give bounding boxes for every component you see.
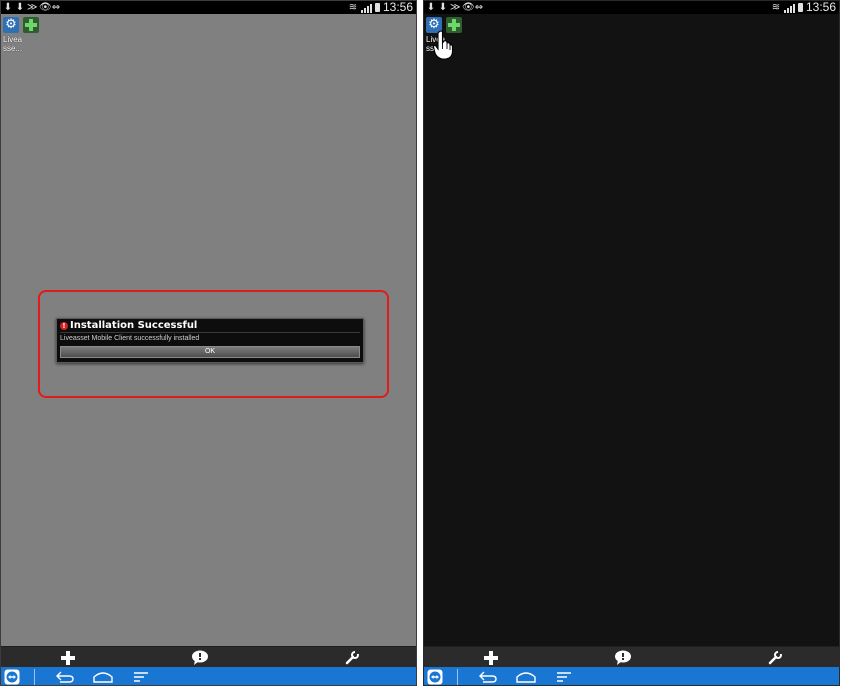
plus-icon[interactable] [57, 647, 79, 668]
eye-icon: 👁 [462, 2, 475, 13]
dialog-title: Installation Successful [70, 320, 198, 331]
hand-pointer-cursor-icon [432, 30, 454, 60]
wrench-icon[interactable] [764, 647, 786, 668]
nav-divider [34, 669, 35, 685]
dialog-title-row: ! Installation Successful [60, 320, 197, 332]
home-icon[interactable] [514, 669, 538, 685]
battery-icon [797, 3, 803, 12]
nav-divider [457, 669, 458, 685]
notification-icons: ⬇ ⬇ ≫ 👁 ⇔ [426, 1, 484, 14]
download-icon: ⬇ [15, 2, 25, 13]
status-bar: ⬇ ⬇ ≫ 👁 ⇔ ≋ 13:56 [424, 1, 839, 14]
wrench-icon[interactable] [341, 647, 363, 668]
app-label-line1: Livea [3, 35, 23, 44]
left-screen-panel: ⬇ ⬇ ≫ 👁 ⇔ ≋ 13:56 ⚙ Livea sse... ! Insta… [0, 0, 417, 686]
signal-strength-icon [360, 3, 372, 13]
navigation-bar [424, 667, 839, 685]
installation-dialog: ! Installation Successful Liveasset Mobi… [56, 318, 364, 363]
status-bar: ⬇ ⬇ ≫ 👁 ⇔ ≋ 13:56 [1, 1, 416, 14]
teamviewer-icon[interactable] [427, 669, 443, 685]
alert-icon: ! [60, 322, 68, 330]
status-time: 13:56 [805, 0, 836, 14]
dialog-message: Liveasset Mobile Client successfully ins… [60, 335, 200, 342]
wifi-signal-icon: ≫ [450, 2, 461, 13]
status-time: 13:56 [382, 0, 413, 14]
download-icon: ⬇ [438, 2, 448, 13]
back-icon[interactable] [476, 669, 500, 685]
status-indicators: ≋ 13:56 [348, 1, 413, 14]
navigation-bar [1, 667, 416, 685]
right-screen-panel: ⬇ ⬇ ≫ 👁 ⇔ ≋ 13:56 ⚙ Livea sse... [423, 0, 840, 686]
bottom-action-bar [424, 646, 839, 668]
status-indicators: ≋ 13:56 [771, 1, 836, 14]
app-label-line2: sse... [3, 44, 23, 53]
wifi-icon: ≋ [771, 2, 781, 13]
eye-icon: 👁 [39, 2, 52, 13]
teamviewer-icon: ⇔ [51, 2, 61, 13]
liveasset-app-gear-icon[interactable]: ⚙ [3, 17, 19, 33]
back-icon[interactable] [53, 669, 77, 685]
plus-icon[interactable] [480, 647, 502, 668]
teamviewer-icon: ⇔ [474, 2, 484, 13]
chat-bubble-icon[interactable] [189, 647, 211, 668]
recents-icon[interactable] [552, 669, 576, 685]
wifi-signal-icon: ≫ [27, 2, 38, 13]
dialog-divider [60, 332, 360, 333]
chat-bubble-icon[interactable] [612, 647, 634, 668]
notification-icons: ⬇ ⬇ ≫ 👁 ⇔ [3, 1, 61, 14]
battery-icon [374, 3, 380, 12]
download-icon: ⬇ [426, 2, 436, 13]
wifi-icon: ≋ [348, 2, 358, 13]
signal-strength-icon [783, 3, 795, 13]
desktop-app-icons: ⚙ [3, 17, 39, 33]
ok-button[interactable]: OK [60, 346, 360, 358]
bottom-action-bar [1, 646, 416, 668]
add-app-plus-icon[interactable] [23, 17, 39, 33]
home-icon[interactable] [91, 669, 115, 685]
download-icon: ⬇ [3, 2, 13, 13]
app-icon-label: Livea sse... [3, 35, 25, 53]
recents-icon[interactable] [129, 669, 153, 685]
teamviewer-icon[interactable] [4, 669, 20, 685]
